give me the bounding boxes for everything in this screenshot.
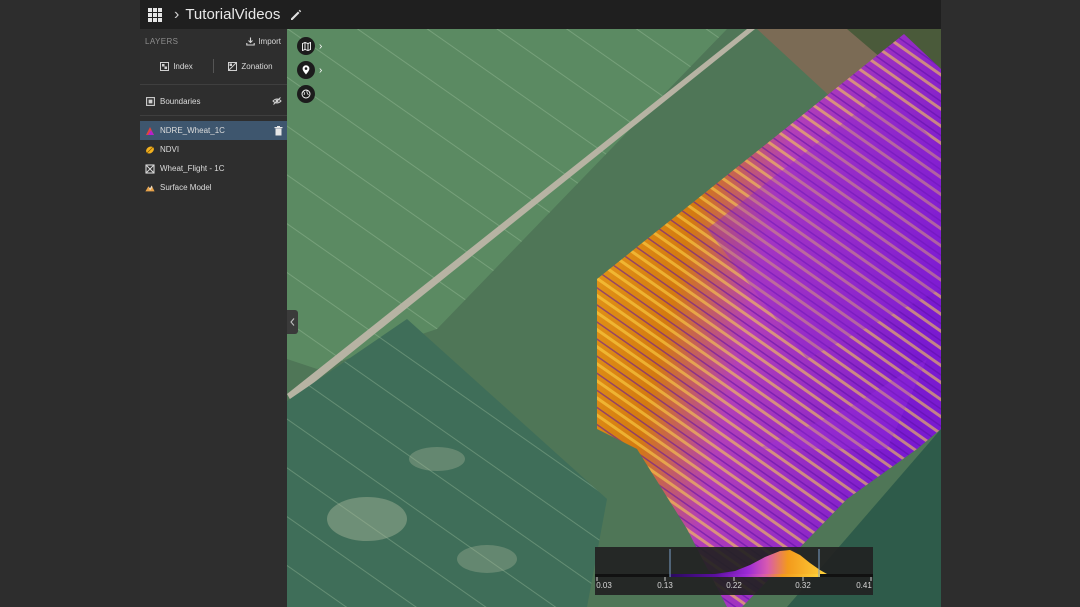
top-bar: › TutorialVideos (140, 0, 941, 29)
basemap-button[interactable] (297, 85, 315, 103)
ndre-layer-icon (145, 126, 155, 136)
letterbox-right (941, 0, 1080, 607)
index-legend[interactable]: 0.03 0.13 0.22 0.32 0.41 (595, 547, 873, 595)
color-scale-fill (670, 574, 820, 577)
index-icon (160, 61, 170, 71)
location-button[interactable] (297, 61, 315, 79)
boundaries-row[interactable]: Boundaries (140, 89, 287, 113)
trash-icon[interactable] (274, 125, 283, 136)
layer-label: Surface Model (160, 183, 212, 192)
sidebar-collapse-button[interactable] (287, 310, 298, 334)
boundaries-label: Boundaries (160, 96, 201, 106)
tick-label: 0.32 (795, 581, 811, 590)
map-layers-button[interactable] (297, 37, 315, 55)
map-icon (301, 41, 311, 51)
layer-label: NDVI (160, 145, 180, 154)
map-tools: › › (297, 37, 322, 103)
layers-header: LAYERS Import (140, 29, 287, 53)
project-title[interactable]: TutorialVideos (185, 6, 280, 23)
chevron-right-icon[interactable]: › (319, 41, 322, 52)
breadcrumb-chevron-icon: › (174, 5, 180, 23)
tick-label: 0.41 (856, 581, 872, 590)
layer-item-flight[interactable]: Wheat_Flight - 1C (140, 159, 287, 178)
layer-item-surface-model[interactable]: Surface Model (140, 178, 287, 197)
chevron-left-icon (290, 318, 295, 326)
zonation-icon (228, 61, 238, 71)
letterbox-left (0, 0, 140, 607)
app-window: › TutorialVideos LAYERS Import Index Zon… (140, 0, 941, 607)
visibility-off-icon[interactable] (272, 97, 282, 105)
flight-layer-icon (145, 163, 155, 174)
tick-label: 0.13 (657, 581, 673, 590)
sidebar-divider (140, 84, 287, 85)
layers-sidebar: LAYERS Import Index Zonation Boundaries … (140, 29, 287, 607)
layers-section-title: LAYERS (145, 36, 179, 46)
tick-label: 0.22 (726, 581, 742, 590)
layer-item-ndre[interactable]: NDRE_Wheat_1C (140, 121, 287, 140)
layer-item-ndvi[interactable]: NDVI (140, 140, 287, 159)
globe-icon (301, 89, 311, 99)
layer-label: Wheat_Flight - 1C (160, 164, 225, 173)
tab-index[interactable]: Index (140, 61, 213, 71)
import-icon (246, 37, 256, 46)
chevron-right-icon[interactable]: › (319, 65, 322, 76)
layer-label: NDRE_Wheat_1C (160, 126, 225, 135)
legend-tick-labels: 0.03 0.13 0.22 0.32 0.41 (595, 581, 873, 593)
tab-zonation-label: Zonation (241, 61, 273, 71)
surface-model-icon (145, 183, 155, 193)
map-view[interactable]: › › 0.03 0.13 0.22 0.32 0.41 (287, 29, 941, 607)
import-button[interactable]: Import (246, 37, 281, 46)
boundaries-icon (145, 96, 155, 106)
tab-index-label: Index (173, 61, 193, 71)
apps-grid-icon[interactable] (148, 7, 162, 22)
ndvi-layer-icon (145, 145, 155, 155)
tab-zonation[interactable]: Zonation (214, 61, 287, 71)
satellite-map (287, 29, 941, 607)
tick-label: 0.03 (596, 581, 612, 590)
import-label: Import (258, 36, 281, 46)
sidebar-divider-2 (140, 115, 287, 116)
histogram-area (670, 550, 827, 574)
location-pin-icon (302, 65, 310, 75)
index-zonation-switch: Index Zonation (140, 54, 287, 78)
pencil-icon[interactable] (289, 8, 303, 22)
